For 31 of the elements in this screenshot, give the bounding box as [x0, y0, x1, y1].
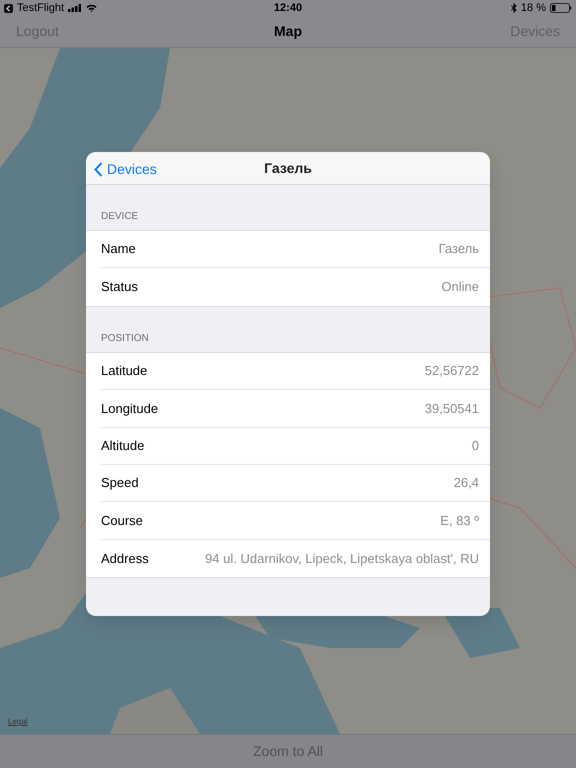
row-value: E, 83 º	[440, 512, 479, 530]
row-label: Name	[101, 240, 136, 258]
row-label: Status	[101, 278, 138, 296]
row-value: Online	[441, 278, 479, 296]
section-header: DEVICE	[100, 210, 140, 224]
row-value: 0	[472, 437, 479, 455]
row-value: 26,4	[454, 474, 479, 492]
time-text: 12:40	[274, 0, 302, 16]
row-label: Address	[101, 550, 149, 568]
row-value: 94 ul. Udarnikov, Lipeck, Lipetskaya oblast', RU	[205, 550, 479, 568]
legal-link[interactable]: Legal	[8, 716, 28, 728]
back-button[interactable]: Devices	[94, 159, 157, 180]
back-app-icon[interactable]	[4, 4, 13, 12]
row-label: Speed	[101, 474, 139, 492]
row-value: 52,56722	[424, 362, 479, 380]
row-label: Longitude	[101, 400, 158, 418]
row-value: 39,50541	[424, 400, 479, 418]
sheet-title: Газель	[264, 158, 312, 178]
row-label: Altitude	[101, 437, 144, 455]
row-value: Газель	[438, 240, 479, 258]
chevron-left-icon	[94, 162, 103, 177]
nav-title: Map	[274, 22, 302, 41]
row-label: Course	[101, 512, 143, 530]
back-app-link[interactable]: TestFlight	[17, 0, 64, 16]
wifi-icon	[86, 4, 98, 12]
row-label: Latitude	[101, 362, 148, 380]
signal-icon	[68, 4, 82, 12]
battery-icon	[550, 3, 572, 13]
bluetooth-icon	[510, 3, 517, 13]
section-header: POSITION	[100, 332, 150, 346]
battery-text: 18 %	[520, 0, 546, 16]
